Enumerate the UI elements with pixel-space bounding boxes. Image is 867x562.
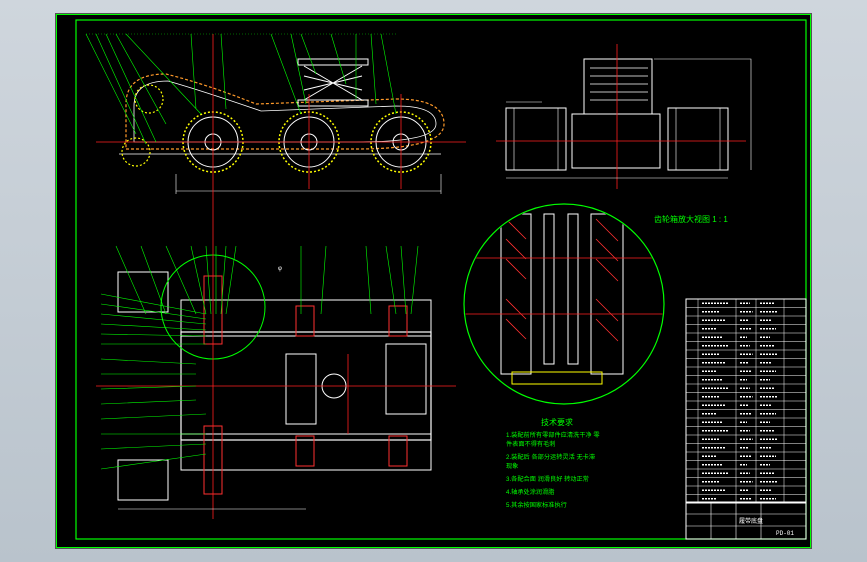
outer-frame: [56, 14, 811, 548]
wheel-hubs: [203, 275, 408, 495]
dimension-hint: φ: [278, 266, 282, 272]
plan-view: [96, 239, 456, 519]
front-view: [496, 44, 752, 189]
tech-line-4: 3.各配合面 润滑良好 转动正常: [506, 475, 589, 483]
parts-list: [685, 298, 807, 504]
track-inner: [133, 80, 437, 143]
detail-title: 齿轮箱放大视图 1 : 1: [654, 214, 728, 224]
tech-line-3: 现象: [506, 462, 518, 470]
tech-line-1: 件表面不得有毛刺: [506, 440, 556, 448]
scissor-lift: [297, 58, 369, 107]
cad-viewport[interactable]: 齿轮箱放大视图 1 : 1 技术要求 1.装配前所有零部件应清洗干净 零 件表面…: [56, 14, 811, 548]
tech-line-5: 4.轴承处涂润滑脂: [506, 488, 554, 496]
title-block-name: 履带底盘: [739, 517, 763, 525]
title-block: 履带底盘 PD-01: [685, 501, 807, 540]
left-track-top: [180, 299, 432, 471]
tech-line-2: 2.装配后 各部分运转灵活 无卡滞: [506, 453, 595, 461]
side-view: [85, 33, 466, 239]
tech-line-6: 5.其余按国家标准执行: [506, 501, 567, 509]
tech-line-0: 1.装配前所有零部件应清洗干净 零: [506, 431, 600, 439]
tech-requirements-title: 技术要求: [541, 417, 573, 427]
detail-view-circle: [463, 203, 665, 405]
tech-requirements: 技术要求 1.装配前所有零部件应清洗干净 零 件表面不得有毛刺 2.装配后 各部…: [506, 417, 600, 509]
assembly-drawing: 齿轮箱放大视图 1 : 1 技术要求 1.装配前所有零部件应清洗干净 零 件表面…: [56, 14, 811, 548]
title-block-drawing-no: PD-01: [776, 530, 794, 537]
